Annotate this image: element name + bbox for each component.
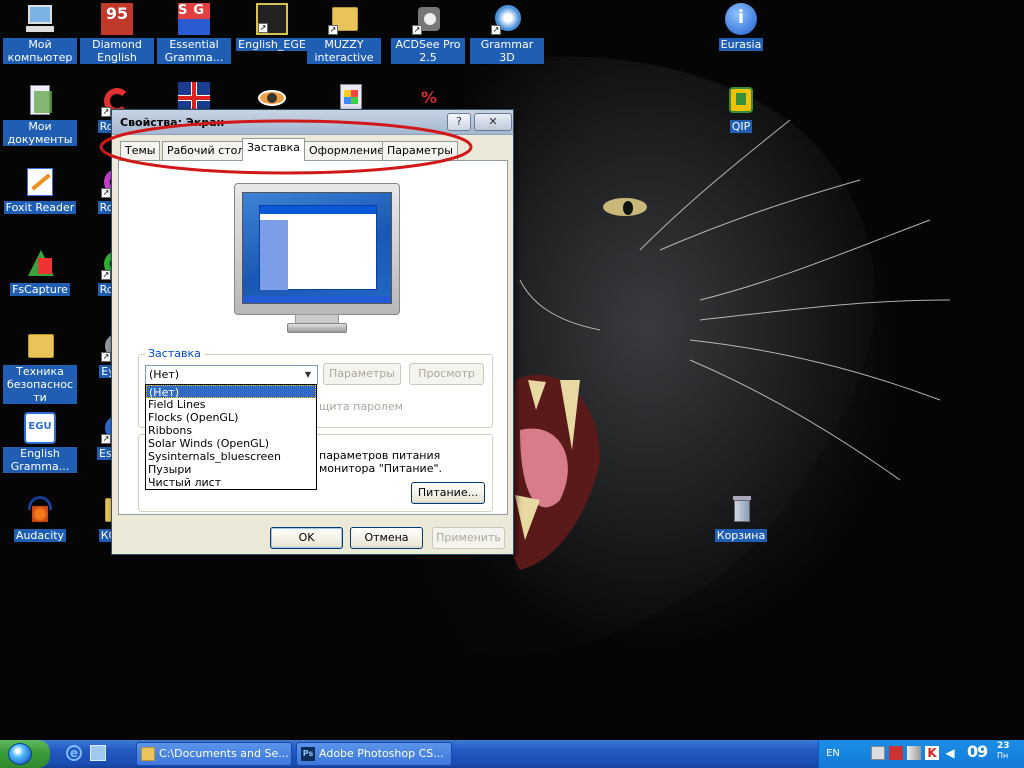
safely-remove-icon[interactable] bbox=[889, 746, 903, 760]
internet-explorer-icon[interactable]: e bbox=[66, 745, 82, 761]
icon-grammar-3d[interactable]: ↗ Grammar 3D bbox=[470, 3, 544, 64]
password-protect-label: щита паролем bbox=[319, 400, 403, 413]
dropdown-arrow-icon: ▼ bbox=[304, 370, 312, 379]
preview-button[interactable]: Просмотр bbox=[409, 363, 484, 385]
qip-icon bbox=[725, 85, 757, 117]
icon-english-ege[interactable]: ↗ English_EGE bbox=[235, 3, 309, 51]
icon-security[interactable]: Техника безопасности bbox=[3, 330, 77, 404]
taskbar-item-photoshop[interactable]: Ps Adobe Photoshop CS... bbox=[296, 742, 452, 766]
taskbar-item-explorer[interactable]: C:\Documents and Se... bbox=[136, 742, 292, 766]
tab-appearance[interactable]: Оформление bbox=[304, 141, 389, 160]
power-description: параметров питания монитора "Питание". bbox=[319, 449, 443, 475]
show-desktop-icon[interactable] bbox=[90, 745, 106, 761]
dialog-titlebar[interactable]: Свойства: Экран ? ✕ bbox=[112, 110, 513, 135]
folder-icon bbox=[141, 747, 155, 761]
language-indicator[interactable]: EN bbox=[823, 747, 843, 761]
folder-icon bbox=[24, 330, 56, 362]
dropdown-option[interactable]: Field Lines bbox=[146, 398, 316, 411]
dropdown-option[interactable]: Solar Winds (OpenGL) bbox=[146, 437, 316, 450]
dropdown-option[interactable]: Sysinternals_bluescreen bbox=[146, 450, 316, 463]
display-properties-dialog: Свойства: Экран ? ✕ Темы Рабочий стол За… bbox=[111, 109, 514, 555]
computer-icon bbox=[24, 3, 56, 35]
icon-fscapture[interactable]: FsCapture bbox=[3, 248, 77, 296]
recycle-bin-icon bbox=[725, 494, 757, 526]
monitor-base bbox=[287, 323, 347, 333]
cancel-button[interactable]: Отмена bbox=[350, 527, 423, 549]
icon-eurasia[interactable]: i Eurasia bbox=[704, 3, 778, 51]
volume-icon[interactable]: ◀ bbox=[943, 746, 957, 760]
grammar-3d-icon: ↗ bbox=[491, 3, 523, 35]
icon-my-computer[interactable]: Мой компьютер bbox=[3, 3, 77, 64]
close-icon: ✕ bbox=[488, 115, 498, 128]
dropdown-option[interactable]: Ribbons bbox=[146, 424, 316, 437]
network-icon[interactable] bbox=[871, 746, 885, 760]
screensaver-dropdown-list: (Нет) Field Lines Flocks (OpenGL) Ribbon… bbox=[145, 384, 317, 490]
icon-acdsee[interactable]: ↗ ACDSee Pro 2.5 bbox=[391, 3, 465, 64]
preview-taskbar bbox=[243, 296, 391, 303]
essential-grammar-icon: SG bbox=[178, 3, 210, 35]
windows-logo-icon bbox=[8, 743, 32, 765]
taskbar: e C:\Documents and Se... Ps Adobe Photosh… bbox=[0, 740, 1024, 768]
dropdown-option[interactable]: Чистый лист bbox=[146, 476, 316, 489]
documents-icon bbox=[24, 85, 56, 117]
ok-button[interactable]: OK bbox=[270, 527, 343, 549]
acdsee-icon: ↗ bbox=[412, 3, 444, 35]
icon-foxit[interactable]: Foxit Reader bbox=[3, 166, 77, 214]
power-button[interactable]: Питание... bbox=[411, 482, 485, 504]
monitor-preview bbox=[234, 183, 400, 315]
preview-screen bbox=[242, 192, 392, 304]
tab-screensaver[interactable]: Заставка bbox=[242, 138, 305, 161]
help-button[interactable]: ? bbox=[447, 113, 471, 131]
foxit-icon bbox=[24, 166, 56, 198]
icon-my-documents[interactable]: Мои документы bbox=[3, 85, 77, 146]
antivirus-icon[interactable]: K bbox=[925, 746, 939, 760]
screensaver-select[interactable]: (Нет) ▼ bbox=[145, 365, 318, 385]
dropdown-option[interactable]: Flocks (OpenGL) bbox=[146, 411, 316, 424]
icon-muzzy[interactable]: ↗ MUZZY interactive bbox=[307, 3, 381, 64]
icon-essential-grammar[interactable]: SG Essential Gramma... bbox=[157, 3, 231, 64]
icon-english-grammar[interactable]: EGU English Gramma... bbox=[3, 412, 77, 473]
egu-icon: EGU bbox=[24, 412, 56, 444]
help-icon: ? bbox=[456, 115, 462, 128]
english-ege-icon: ↗ bbox=[256, 3, 288, 35]
icon-audacity[interactable]: Audacity bbox=[3, 494, 77, 542]
apply-button[interactable]: Применить bbox=[432, 527, 505, 549]
start-button[interactable] bbox=[0, 740, 50, 768]
tab-desktop[interactable]: Рабочий стол bbox=[162, 141, 250, 160]
audacity-icon bbox=[24, 494, 56, 526]
dialog-title: Свойства: Экран bbox=[120, 116, 225, 129]
folder-icon: ↗ bbox=[328, 3, 360, 35]
close-button[interactable]: ✕ bbox=[474, 113, 512, 131]
clock-minutes[interactable]: 23 Пн bbox=[997, 742, 1010, 761]
tab-settings[interactable]: Параметры bbox=[382, 141, 458, 160]
system-tray: EN K ◀ 09 23 Пн bbox=[818, 740, 1024, 768]
fscapture-icon bbox=[24, 248, 56, 280]
diamond-english-icon: 95 bbox=[101, 3, 133, 35]
tab-themes[interactable]: Темы bbox=[120, 141, 161, 160]
dropdown-option[interactable]: Пузыри bbox=[146, 463, 316, 476]
icon-recycle-bin[interactable]: Корзина bbox=[704, 494, 778, 542]
settings-button[interactable]: Параметры bbox=[323, 363, 401, 385]
clock-hours[interactable]: 09 bbox=[967, 742, 988, 761]
info-globe-icon: i bbox=[725, 3, 757, 35]
icon-diamond-english[interactable]: 95 Diamond English bbox=[80, 3, 154, 64]
screensaver-legend: Заставка bbox=[145, 347, 204, 360]
preview-window bbox=[259, 205, 377, 290]
photoshop-icon: Ps bbox=[301, 747, 315, 761]
signal-icon[interactable] bbox=[907, 746, 921, 760]
dropdown-option[interactable]: (Нет) bbox=[146, 385, 316, 399]
icon-qip[interactable]: QIP bbox=[704, 85, 778, 133]
